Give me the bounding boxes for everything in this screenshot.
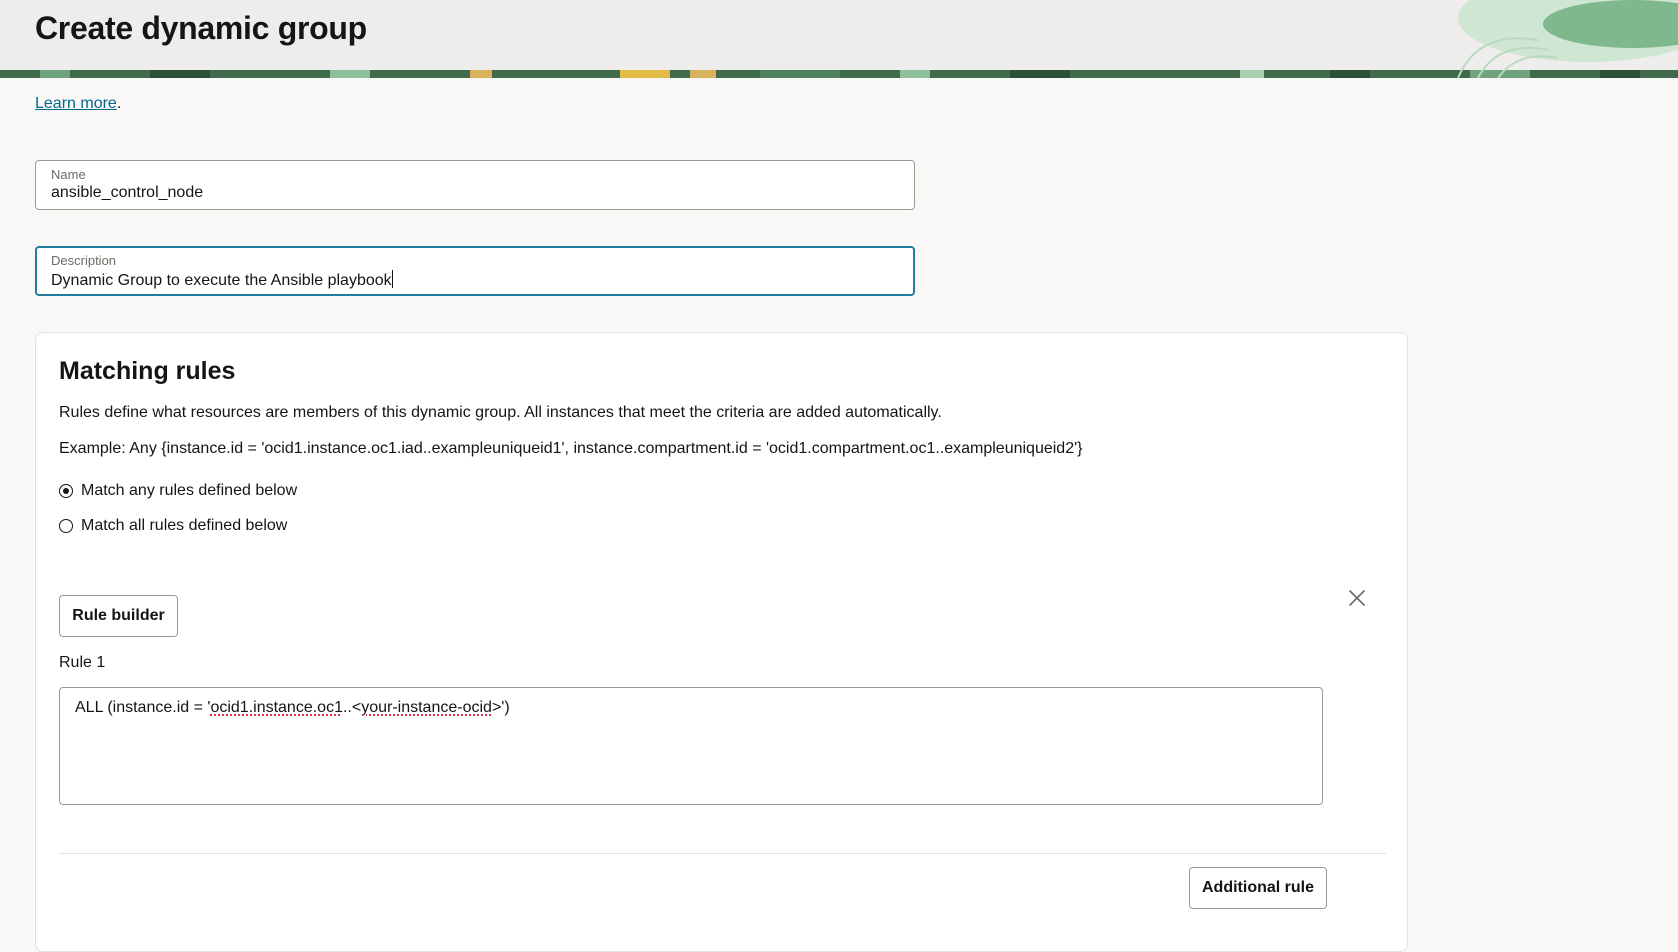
radio-match-any-control[interactable] [59,484,73,498]
text-caret [392,270,393,288]
description-field-label: Description [51,253,116,268]
page-header: Create dynamic group [0,0,1678,78]
matching-rules-intro: Rules define what resources are members … [59,403,942,423]
name-field-label: Name [51,167,86,182]
radio-match-all[interactable]: Match all rules defined below [59,515,287,537]
additional-rule-button[interactable]: Additional rule [1189,867,1327,909]
rule-1-text-ocid: ocid1.instance.oc1 [210,699,343,716]
rule-1-label: Rule 1 [59,653,105,673]
rule-1-text-suffix: >') [492,699,510,716]
rule-1-text-prefix: ALL (instance.id = ' [75,699,210,716]
rule-1-textarea[interactable]: ALL (instance.id = 'ocid1.instance.oc1..… [59,687,1323,805]
matching-rules-example: Example: Any {instance.id = 'ocid1.insta… [59,439,1083,459]
description-field[interactable]: Description Dynamic Group to execute the… [35,246,915,296]
radio-match-any[interactable]: Match any rules defined below [59,480,297,502]
rule-1-text-placeholder: your-instance-ocid [361,699,492,716]
radio-match-any-label: Match any rules defined below [81,482,297,500]
learn-more-row: Learn more. [35,94,121,114]
radio-match-all-control[interactable] [59,519,73,533]
name-field[interactable]: Name ansible_control_node [35,160,915,210]
learn-more-period: . [117,95,121,112]
card-divider [59,853,1386,854]
name-field-value: ansible_control_node [51,184,203,202]
matching-rules-card: Matching rules Rules define what resourc… [35,332,1408,952]
rule-builder-button[interactable]: Rule builder [59,595,178,637]
rule-1-text-mid: ..< [343,699,361,716]
rule-1-text: ALL (instance.id = 'ocid1.instance.oc1..… [75,699,510,717]
close-icon[interactable] [1346,587,1368,609]
page-title: Create dynamic group [35,8,367,48]
matching-rules-title: Matching rules [59,355,235,387]
description-field-value: Dynamic Group to execute the Ansible pla… [51,272,392,289]
learn-more-link[interactable]: Learn more [35,95,117,112]
description-field-value-wrap: Dynamic Group to execute the Ansible pla… [51,270,393,290]
radio-match-all-label: Match all rules defined below [81,517,287,535]
header-leaf-art [1418,0,1678,78]
